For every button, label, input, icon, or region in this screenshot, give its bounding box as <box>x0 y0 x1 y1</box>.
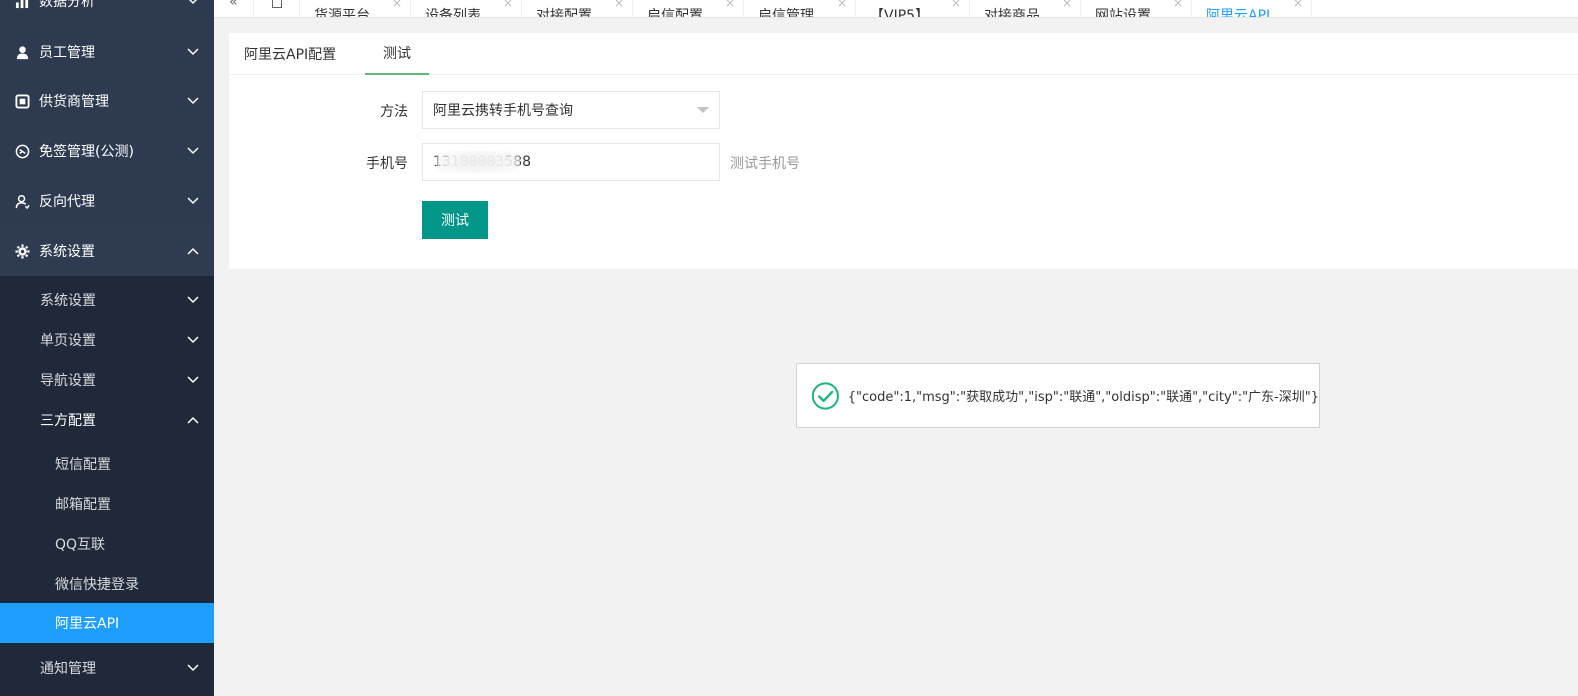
tab-label: 测试 <box>383 46 411 62</box>
gear-icon <box>14 243 30 259</box>
menu-item-data-analysis[interactable]: 数据分析 <box>0 0 214 26</box>
tab-device-list[interactable]: 设备列表 × <box>411 0 522 18</box>
leaf-item-label: 微信快捷登录 <box>55 577 139 593</box>
tab-label: 对接商品 <box>984 8 1040 18</box>
menu-item-reverse-proxy[interactable]: 反向代理 <box>0 176 214 226</box>
method-label: 方法 <box>380 104 408 120</box>
tab-qixin-manage[interactable]: 启信管理 × <box>744 0 856 18</box>
leaf-item-label: QQ互联 <box>55 537 106 553</box>
tab-label: 网站设置 <box>1095 8 1151 18</box>
leaf-item-wechat[interactable]: 微信快捷登录 <box>0 564 214 604</box>
tab-home[interactable] <box>254 0 300 17</box>
submenu-item-label: 单页设置 <box>40 333 96 349</box>
card-tab-bar: 阿里云API配置 测试 <box>229 33 1578 75</box>
method-select[interactable]: 阿里云携转手机号查询 <box>422 91 720 129</box>
submenu-item-page-settings[interactable]: 单页设置 <box>0 320 214 360</box>
chevron-down-icon <box>187 374 199 386</box>
tab-docking-config[interactable]: 对接配置 × <box>522 0 633 18</box>
menu-item-system-settings[interactable]: 系统设置 <box>0 226 214 276</box>
close-icon[interactable]: × <box>503 0 513 10</box>
close-icon[interactable]: × <box>1173 0 1183 10</box>
menu-item-supplier[interactable]: 供货商管理 <box>0 76 214 126</box>
caret-down-icon <box>697 107 709 113</box>
chevron-down-icon <box>187 46 199 58</box>
proxy-user-icon <box>14 193 30 209</box>
chart-icon <box>14 0 30 9</box>
chevron-down-icon <box>187 195 199 207</box>
chevron-down-icon <box>187 145 199 157</box>
submenu-item-label: 三方配置 <box>40 413 96 429</box>
tab-label: 启信管理 <box>758 8 814 18</box>
tab-qixin-config[interactable]: 启信配置 × <box>633 0 744 18</box>
submenu-item-label: 导航设置 <box>40 373 96 389</box>
user-icon <box>14 44 30 60</box>
close-icon[interactable]: × <box>951 0 961 10</box>
chevron-up-icon <box>187 245 199 257</box>
redaction-blur <box>436 151 520 173</box>
close-icon[interactable]: × <box>614 0 624 10</box>
tabs-back-button[interactable]: « <box>214 0 254 17</box>
chevron-down-icon <box>187 0 199 7</box>
tab-label: 货源平台 <box>314 8 370 18</box>
leaf-item-label: 邮箱配置 <box>55 497 111 513</box>
leaf-item-email[interactable]: 邮箱配置 <box>0 484 214 524</box>
sidebar: 数据分析 员工管理 供货商管理 免签管理(公测) 反向代理 系统设置 系统设置 … <box>0 0 214 696</box>
tab-label: 【VIP5】 <box>870 8 930 18</box>
tab-label: 设备列表 <box>425 8 481 18</box>
close-icon[interactable]: × <box>1062 0 1072 10</box>
submenu-item-nav-settings[interactable]: 导航设置 <box>0 360 214 400</box>
home-icon <box>271 0 282 8</box>
submenu-item-label: 系统设置 <box>40 293 96 309</box>
method-select-value: 阿里云携转手机号查询 <box>433 103 573 119</box>
result-toast: {"code":1,"msg":"获取成功","isp":"联通","oldis… <box>796 363 1320 428</box>
tab-site-settings[interactable]: 网站设置 × <box>1081 0 1192 18</box>
close-icon[interactable]: × <box>837 0 847 10</box>
chevron-down-icon <box>187 334 199 346</box>
submenu-item-label: 通知管理 <box>40 661 96 677</box>
leaf-item-aliyun-api[interactable]: 阿里云API <box>0 603 214 643</box>
tab-aliyun-api[interactable]: 阿里云API × <box>1192 0 1312 18</box>
chevron-down-icon <box>187 662 199 674</box>
tab-aliyun-api-config[interactable]: 阿里云API配置 <box>229 33 351 75</box>
phone-hint: 测试手机号 <box>730 156 800 172</box>
double-chevron-left-icon: « <box>229 0 238 10</box>
close-icon[interactable]: × <box>392 0 402 10</box>
chevron-down-icon <box>187 95 199 107</box>
tab-vip5[interactable]: 【VIP5】 × <box>856 0 970 18</box>
submenu-item-system-settings[interactable]: 系统设置 <box>0 280 214 320</box>
check-circle-icon <box>811 381 839 410</box>
menu-item-signature[interactable]: 免签管理(公测) <box>0 126 214 176</box>
test-button[interactable]: 测试 <box>422 201 488 239</box>
tab-test[interactable]: 测试 <box>365 33 429 75</box>
menu-item-staff[interactable]: 员工管理 <box>0 27 214 77</box>
chevron-down-icon <box>187 294 199 306</box>
close-icon[interactable]: × <box>1293 0 1303 10</box>
chevron-up-icon <box>187 414 199 426</box>
store-icon <box>14 93 30 109</box>
close-icon[interactable]: × <box>725 0 735 10</box>
tab-label: 启信配置 <box>647 8 703 18</box>
signature-icon <box>14 143 30 159</box>
submenu-item-notifications[interactable]: 通知管理 <box>0 648 214 688</box>
leaf-item-label: 短信配置 <box>55 457 111 473</box>
tab-label: 阿里云API配置 <box>244 47 337 63</box>
leaf-item-label: 阿里云API <box>55 616 120 632</box>
toast-message: {"code":1,"msg":"获取成功","isp":"联通","oldis… <box>847 390 1319 405</box>
content-card: 阿里云API配置 测试 方法 阿里云携转手机号查询 手机号 测试手机号 测试 <box>229 33 1578 269</box>
leaf-item-sms[interactable]: 短信配置 <box>0 444 214 484</box>
tab-label: 对接配置 <box>536 8 592 18</box>
tab-label: 阿里云API <box>1206 8 1271 18</box>
tab-docking-products[interactable]: 对接商品 × <box>970 0 1081 18</box>
tab-bar: « 货源平台 × 设备列表 × 对接配置 × 启信配置 × 启信管理 × 【VI… <box>214 0 1578 18</box>
phone-label: 手机号 <box>366 156 408 172</box>
tab-source-platform[interactable]: 货源平台 × <box>300 0 411 18</box>
submenu-item-third-party[interactable]: 三方配置 <box>0 400 214 440</box>
leaf-item-qq[interactable]: QQ互联 <box>0 524 214 564</box>
